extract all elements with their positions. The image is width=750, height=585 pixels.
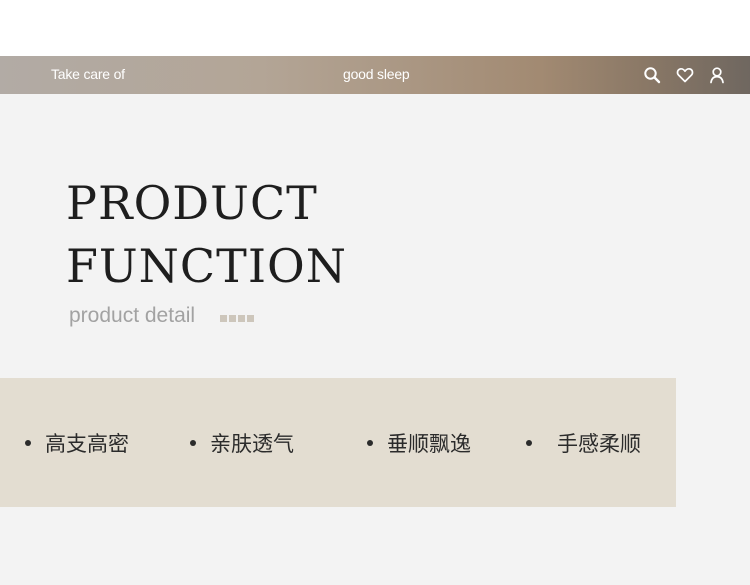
heart-icon[interactable] <box>676 66 694 84</box>
feature-item: 垂顺飘逸 <box>367 428 471 458</box>
top-blank-area <box>0 0 750 56</box>
content-area <box>0 94 750 585</box>
bullet-icon <box>190 440 196 446</box>
navbar-center-text: good sleep <box>343 66 410 82</box>
feature-label: 手感柔顺 <box>557 432 641 456</box>
feature-item: 高支高密 <box>25 428 129 458</box>
feature-item: 手感柔顺 <box>526 428 641 458</box>
navbar-left-text: Take care of <box>51 66 125 82</box>
bullet-icon <box>25 440 31 446</box>
bullet-icon <box>526 440 532 446</box>
page-title: PRODUCT FUNCTION <box>66 172 347 298</box>
feature-label: 高支高密 <box>45 432 129 456</box>
feature-label: 垂顺飘逸 <box>387 432 471 456</box>
title-line-1: PRODUCT <box>66 176 318 230</box>
page-subtitle: product detail <box>69 304 196 327</box>
title-line-2: FUNCTION <box>66 239 347 293</box>
search-icon[interactable] <box>643 66 661 84</box>
feature-item: 亲肤透气 <box>190 428 294 458</box>
bullet-icon <box>367 440 373 446</box>
decorative-dots <box>220 315 254 322</box>
user-icon[interactable] <box>708 66 726 84</box>
feature-label: 亲肤透气 <box>210 432 294 456</box>
top-navbar: Take care of good sleep <box>0 56 750 94</box>
